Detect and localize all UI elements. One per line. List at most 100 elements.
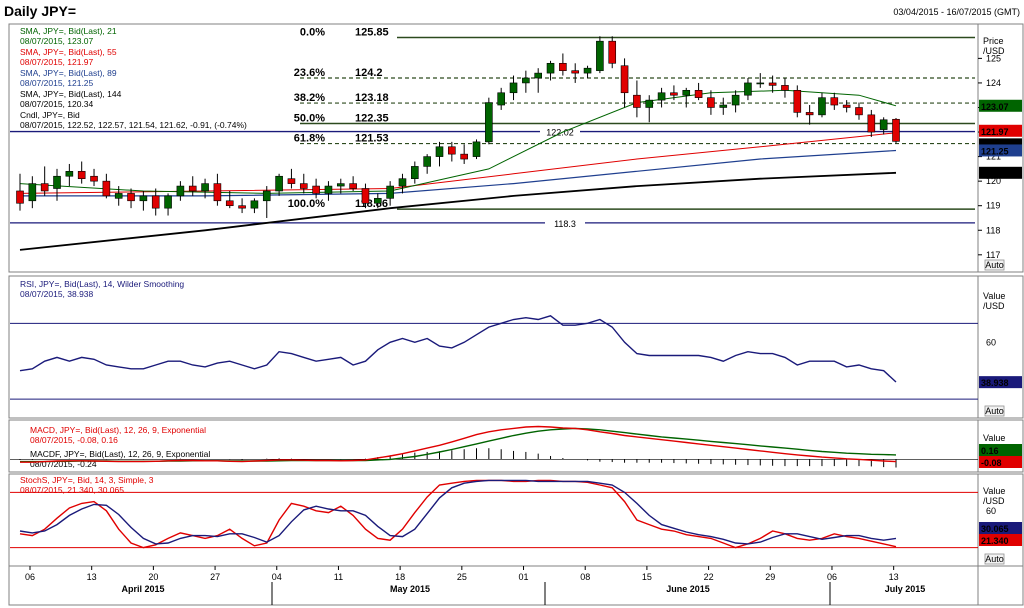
macd-legend-value: 08/07/2015, -0.08, 0.16 — [30, 435, 118, 445]
x-tick-label: 11 — [334, 572, 343, 582]
x-tick-label: 22 — [704, 572, 714, 582]
price-legend-value-3: 08/07/2015, 120.34 — [20, 99, 94, 109]
candle-body — [781, 85, 789, 91]
stoch-value-tag-0: 30.065 — [981, 524, 1009, 534]
rsi-value-tag: 38.938 — [981, 378, 1009, 388]
macd-value-tag-1: -0.08 — [981, 458, 1002, 468]
candle-body — [423, 156, 431, 167]
candle-body — [534, 72, 542, 79]
chart-canvas: Daily JPY= 03/04/2015 - 16/07/2015 (GMT)… — [0, 0, 1024, 606]
price-axis-title: Price — [983, 36, 1004, 46]
fib-value-3: 122.35 — [355, 112, 389, 124]
candle-body — [645, 99, 654, 108]
candle-body — [250, 200, 259, 209]
candle-body — [65, 171, 74, 177]
x-tick-label: 27 — [210, 572, 220, 582]
fib-value-1: 124.2 — [355, 67, 383, 79]
candle-body — [336, 183, 345, 187]
fib-pct-3: 50.0% — [294, 112, 325, 124]
x-tick-label: 13 — [889, 572, 899, 582]
price-legend-value-1: 08/07/2015, 121.97 — [20, 57, 94, 67]
candle-body — [448, 146, 456, 155]
fib-pct-4: 61.8% — [294, 133, 325, 145]
candle-body — [386, 185, 394, 199]
x-tick-label: 04 — [272, 572, 282, 582]
candle-body — [596, 40, 604, 71]
x-tick-label: 29 — [765, 572, 775, 582]
x-tick-label: 08 — [580, 572, 590, 582]
fib-pct-5: 100.0% — [288, 198, 326, 210]
candle-body — [139, 195, 148, 202]
candle-body — [694, 89, 703, 98]
candle-body — [349, 183, 357, 189]
stoch-legend-series: StochS, JPY=, Bid, 14, 3, Simple, 3 — [20, 475, 154, 485]
x-tick-label: 06 — [25, 572, 35, 582]
price-tick-label: 117 — [986, 250, 1000, 260]
fib-pct-2: 38.2% — [294, 92, 325, 104]
panel-frame-3 — [8, 473, 1024, 567]
candle-body — [830, 97, 839, 106]
fib-pct-0: 0.0% — [300, 27, 325, 39]
candle-body — [287, 178, 296, 184]
macdf-legend-series: MACDF, JPY=, Bid(Last), 12, 26, 9, Expon… — [30, 449, 210, 459]
fib-value-4: 121.53 — [355, 133, 389, 145]
rsi-legend-series: RSI, JPY=, Bid(Last), 14, Wilder Smoothi… — [20, 279, 184, 289]
chart-title: Daily JPY= — [4, 3, 76, 19]
candle-body — [299, 183, 308, 189]
stoch-tick-label: 60 — [986, 506, 996, 516]
month-label: May 2015 — [390, 584, 430, 594]
chart-window: Daily JPY= 03/04/2015 - 16/07/2015 (GMT)… — [0, 0, 1024, 608]
price-legend-series-4: Cndl, JPY=, Bid — [20, 110, 80, 120]
x-tick-label: 01 — [519, 572, 529, 582]
candle-body — [509, 82, 518, 94]
rsi-axis-title: Value — [983, 291, 1005, 301]
candle-body — [16, 190, 24, 204]
price-tick-label: 119 — [986, 201, 1000, 211]
panel-frame-1 — [8, 275, 1024, 419]
candle-body — [756, 82, 765, 85]
candle-body — [633, 94, 641, 108]
stoch-legend-value: 08/07/2015, 21.340, 30.065 — [20, 485, 124, 495]
macd-value-tag-0: 0.16 — [981, 446, 999, 456]
macd-legend-series: MACD, JPY=, Bid(Last), 12, 26, 9, Expone… — [30, 425, 206, 435]
candle-body — [892, 118, 900, 142]
x-tick-label: 15 — [642, 572, 652, 582]
candle-body — [201, 183, 209, 192]
candle-body — [102, 180, 111, 197]
candle-body — [40, 183, 49, 192]
candle-body — [188, 185, 197, 192]
x-tick-label: 25 — [457, 572, 467, 582]
price-legend-value-0: 08/07/2015, 123.07 — [20, 36, 94, 46]
candle-body — [546, 62, 555, 74]
candle-body — [398, 178, 407, 187]
candle-body — [312, 185, 320, 194]
price-tick-label: 125 — [986, 53, 1001, 63]
candle-body — [867, 114, 876, 133]
auto-button-label: Auto — [985, 406, 1004, 416]
fib-value-0: 125.85 — [355, 27, 389, 39]
candle-body — [657, 92, 666, 101]
price-value-tag-4: 120.34 — [981, 169, 1009, 179]
auto-button[interactable]: Auto — [984, 553, 1005, 565]
candle-body — [176, 185, 185, 197]
candle-body — [213, 183, 222, 202]
candle-body — [114, 193, 123, 199]
candle-body — [225, 200, 234, 207]
candle-body — [275, 175, 283, 192]
candle-body — [744, 82, 752, 96]
candle-body — [77, 171, 86, 179]
candle-body — [707, 97, 715, 108]
candle-body — [879, 119, 888, 130]
candle-body — [460, 153, 468, 160]
candle-body — [28, 183, 37, 202]
price-value-tag-3: 121.25 — [981, 146, 1009, 156]
price-legend-series-2: SMA, JPY=, Bid(Last), 89 — [20, 68, 117, 78]
price-legend-value-2: 08/07/2015, 121.25 — [20, 78, 94, 88]
date-range: 03/04/2015 - 16/07/2015 (GMT) — [893, 7, 1020, 17]
month-label: July 2015 — [885, 584, 926, 594]
auto-button[interactable]: Auto — [984, 405, 1005, 417]
candle-body — [522, 77, 530, 84]
auto-button[interactable]: Auto — [984, 259, 1005, 271]
price-legend-value-4: 08/07/2015, 122.52, 122.57, 121.54, 121.… — [20, 120, 247, 130]
candle-body — [127, 193, 135, 202]
